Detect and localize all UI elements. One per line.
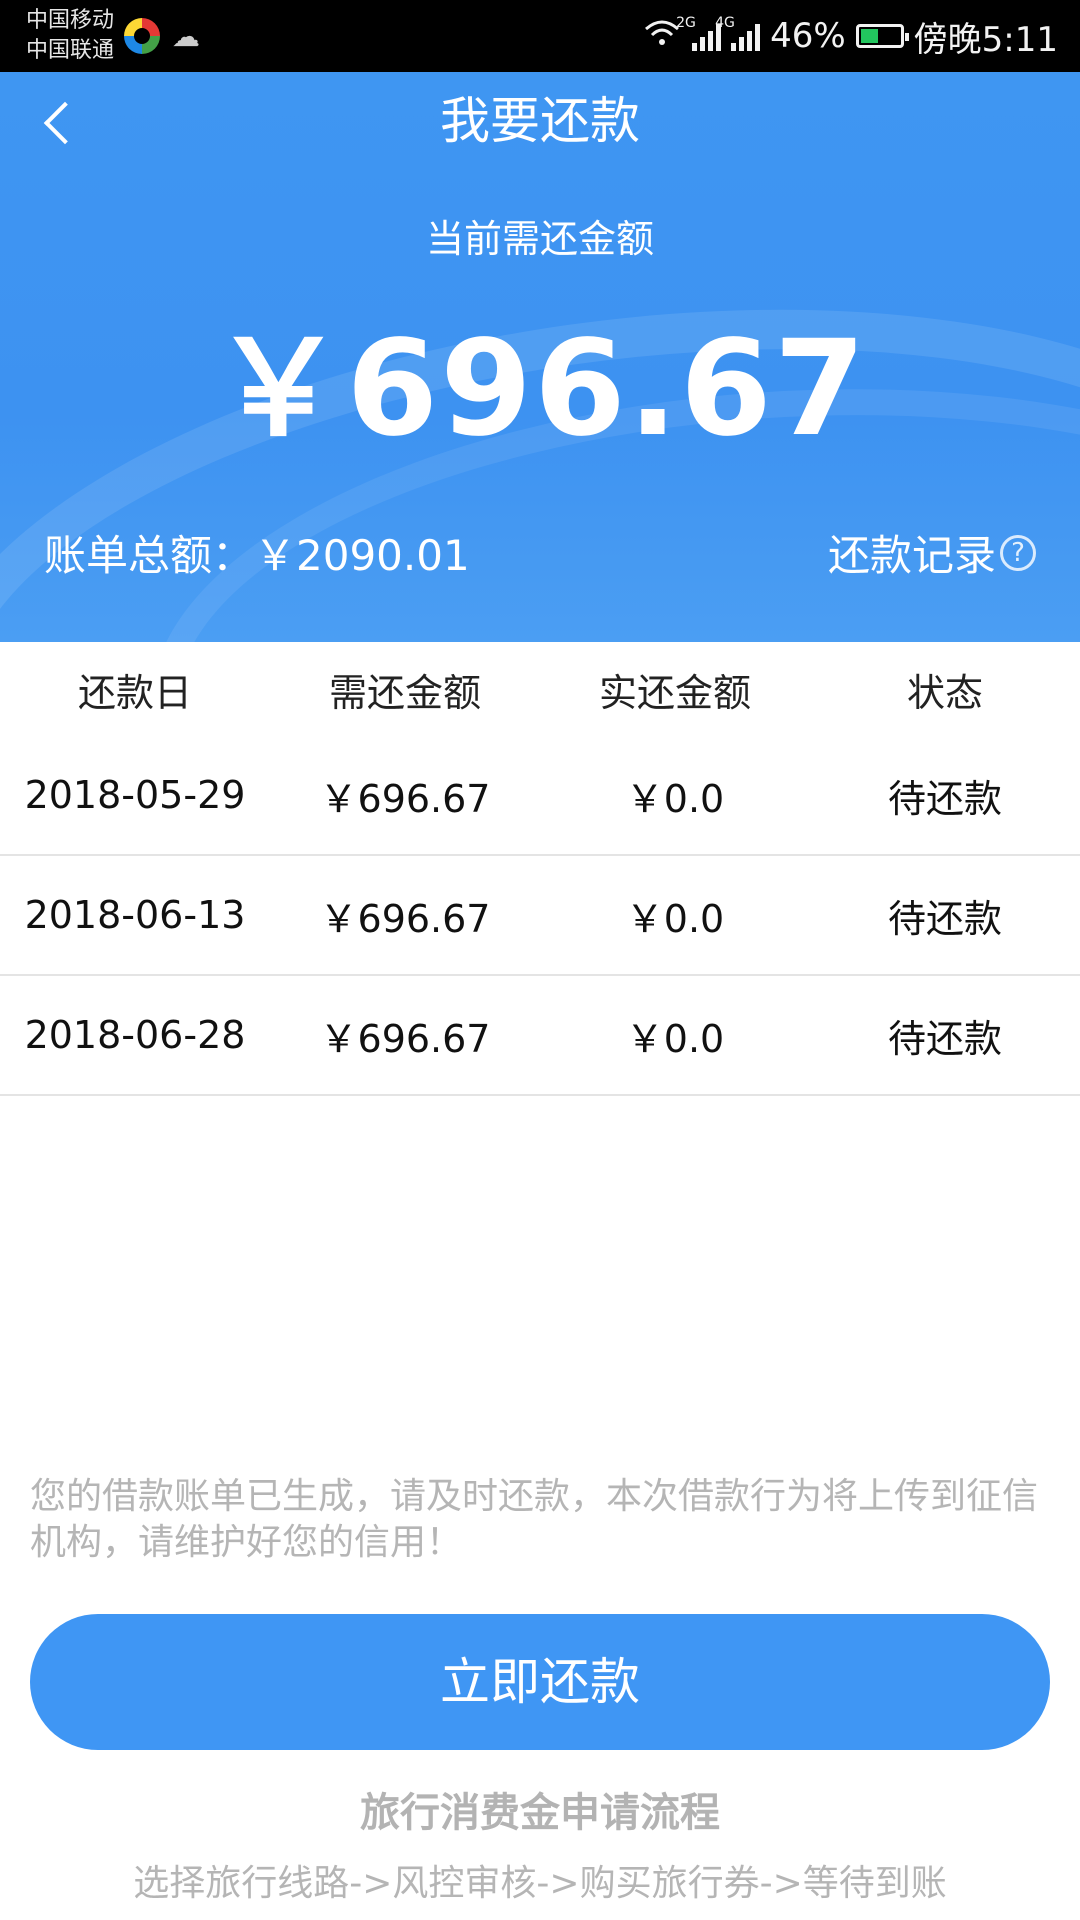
row-paid: ￥0.0 <box>625 776 725 821</box>
network-type-2: 4G <box>715 15 735 31</box>
row-due: ￥696.67 <box>319 1016 491 1061</box>
row-due: ￥696.67 <box>319 896 491 941</box>
carrier-info: 中国移动 中国联通 <box>26 6 114 66</box>
bill-total: 账单总额：￥2090.01 <box>44 522 470 583</box>
app-notification-icon <box>124 18 160 54</box>
row-date: 2018-05-29 <box>24 773 246 817</box>
row-status: 待还款 <box>887 776 1002 821</box>
table-header: 还款日 需还金额 实还金额 状态 <box>0 642 1080 736</box>
table-row: 2018-05-29 ￥696.67 ￥0.0 待还款 <box>0 736 1080 856</box>
repayment-schedule-table: 还款日 需还金额 实还金额 状态 2018-05-29 ￥696.67 ￥0.0… <box>0 642 1080 1096</box>
table-row: 2018-06-13 ￥696.67 ￥0.0 待还款 <box>0 856 1080 976</box>
repayment-records-link[interactable]: 还款记录 ? <box>828 522 1036 583</box>
status-indicators: 2G 4G 46% 傍晚5:11 <box>642 0 1058 72</box>
row-date: 2018-06-13 <box>24 893 246 937</box>
row-date: 2018-06-28 <box>24 1013 246 1057</box>
application-flow-steps: 选择旅行线路->风控审核->购买旅行券->等待到账 <box>133 1863 947 1904</box>
clock: 傍晚5:11 <box>913 19 1058 60</box>
repayment-header: 我要还款 当前需还金额 ￥696.67 账单总额：￥2090.01 还款记录 ? <box>0 72 1080 642</box>
help-icon[interactable]: ? <box>1000 534 1036 571</box>
page-title: 我要还款 <box>440 92 640 150</box>
row-paid: ￥0.0 <box>625 896 725 941</box>
repay-now-button[interactable]: 立即还款 <box>30 1614 1050 1750</box>
row-status: 待还款 <box>887 1016 1002 1061</box>
row-due: ￥696.67 <box>319 776 491 821</box>
bill-total-value: ￥2090.01 <box>254 531 470 580</box>
battery-percent: 46% <box>770 16 846 56</box>
table-row: 2018-06-28 ￥696.67 ￥0.0 待还款 <box>0 976 1080 1096</box>
carrier-2: 中国联通 <box>26 38 115 63</box>
battery-icon <box>855 24 909 48</box>
row-paid: ￥0.0 <box>625 1016 725 1061</box>
due-amount-value: ￥696.67 <box>212 312 868 466</box>
application-flow-title: 旅行消费金申请流程 <box>360 1790 720 1836</box>
column-header-date: 还款日 <box>77 670 192 715</box>
due-amount-label: 当前需还金额 <box>425 217 654 261</box>
carrier-1: 中国移动 <box>26 8 115 33</box>
row-status: 待还款 <box>887 896 1002 941</box>
battery-fill <box>860 29 879 43</box>
weather-cloud-icon: ☁ <box>172 20 200 53</box>
column-header-status: 状态 <box>906 670 983 715</box>
back-button[interactable] <box>32 92 92 152</box>
bill-total-label: 账单总额： <box>44 531 255 580</box>
column-header-due: 需还金额 <box>328 670 481 715</box>
signal-icon-2: 4G <box>715 15 761 51</box>
column-header-paid: 实还金额 <box>598 670 751 715</box>
network-type-1: 2G <box>676 15 696 31</box>
status-bar: 中国移动 中国联通 ☁ 2G 4G 46% 傍晚5:11 <box>0 0 1080 72</box>
credit-notice: 您的借款账单已生成，请及时还款，本次借款行为将上传到征信机构，请维护好您的信用！ <box>30 1476 1039 1563</box>
repayment-records-label: 还款记录 <box>827 531 996 580</box>
